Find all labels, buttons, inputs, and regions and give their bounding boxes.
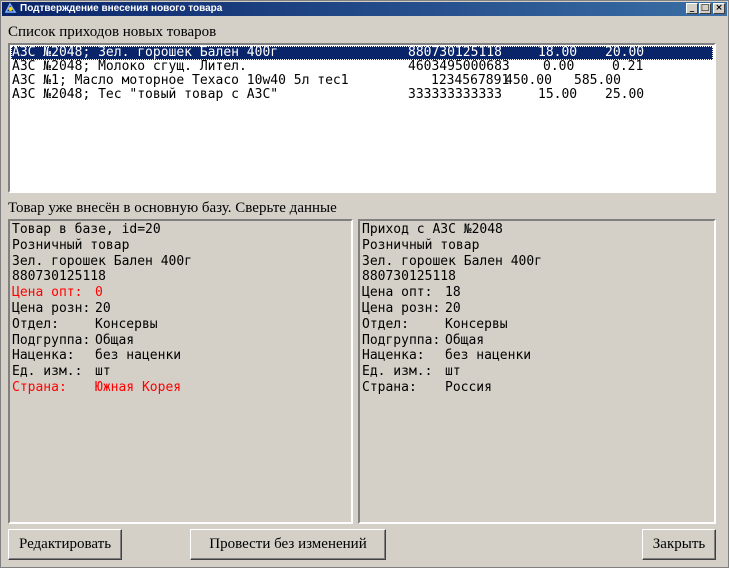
- compare-label: Товар уже внесён в основную базу. Сверьт…: [8, 200, 337, 216]
- panel-field-label: Подгруппа:: [362, 332, 441, 348]
- panel-field-value: Россия: [445, 380, 492, 395]
- panel-field-value: шт: [95, 364, 111, 380]
- apply-without-changes-button[interactable]: Провести без изменений: [190, 529, 386, 560]
- list-item-price-retail: 25.00: [605, 87, 645, 102]
- window-title: Подтверждение внесения нового товара: [20, 3, 223, 14]
- panel-kind: Розничный товар: [12, 237, 130, 253]
- list-item-name: АЗС №2048; Зел. горошек Бален 400г: [12, 45, 279, 60]
- panel-field-label: Цена розн:: [12, 301, 91, 316]
- panel-field-label: Наценка:: [362, 348, 425, 364]
- panel-field-label: Цена опт:: [12, 285, 83, 301]
- panel-field-label: Ед. изм.:: [12, 364, 83, 380]
- list-item-price-retail: 20.00: [605, 45, 645, 60]
- panel-field-row: Цена опт: 18: [362, 285, 692, 301]
- panel-product: Зел. горошек Бален 400г: [12, 253, 193, 269]
- panel-field-value: шт: [445, 364, 461, 380]
- panel-field-row: Наценка: без наценки: [12, 348, 342, 364]
- panel-field-row: Подгруппа: Общая: [362, 333, 692, 349]
- panel-field-value: 0: [95, 285, 103, 301]
- panel-field-value: без наценки: [95, 348, 182, 364]
- panel-product: Зел. горошек Бален 400г: [362, 253, 543, 269]
- panel-field-value: Консервы: [95, 316, 158, 332]
- db-item-panel: Товар в базе, id=20 Розничный товар Зел. г…: [8, 219, 353, 524]
- list-item-price-retail: 585.00: [574, 73, 621, 88]
- panel-field-label: Страна:: [12, 380, 67, 395]
- list-item[interactable]: АЗС №1; Масло моторное Техасо 10w40 5л т…: [11, 74, 711, 88]
- list-item-price-opt: 0.00: [543, 59, 575, 74]
- incoming-item-panel: Приход с АЗС №2048 Розничный товар Зел. го…: [358, 219, 716, 524]
- panel-field-row: Подгруппа: Общая: [12, 333, 342, 349]
- list-item[interactable]: АЗС №2048; Молоко сгущ. Лител. 4603495000…: [11, 60, 711, 74]
- panel-field-value: Южная Корея: [95, 380, 182, 395]
- panel-field-row: Наценка: без наценки: [362, 348, 692, 364]
- panel-code: 880730125118: [362, 269, 456, 285]
- list-item[interactable]: АЗС №2048; Зел. горошек Бален 400г 880730…: [11, 46, 713, 60]
- list-item[interactable]: АЗС №2048; Тес "товый товар с АЗС" 333333…: [11, 88, 711, 102]
- panel-kind: Розничный товар: [362, 237, 480, 253]
- minimize-button[interactable]: _: [686, 3, 698, 14]
- panel-field-row: Цена опт: 0: [12, 285, 342, 301]
- panel-field-label: Страна:: [362, 380, 417, 395]
- list-item-code: 880730125118: [408, 45, 502, 60]
- edit-button[interactable]: Редактировать: [8, 529, 122, 560]
- app-icon: [4, 2, 17, 15]
- panel-field-row: Ед. изм.: шт: [12, 364, 342, 380]
- panel-field-row: Цена розн: 20: [12, 301, 342, 317]
- list-item-price-opt: 450.00: [505, 73, 552, 88]
- dialog-window: Подтверждение внесения нового товара _ □…: [0, 0, 729, 568]
- close-button[interactable]: Закрыть: [642, 529, 716, 560]
- list-item-code: 4603495000683: [408, 59, 510, 74]
- panel-field-value: 20: [445, 301, 461, 316]
- title-bar[interactable]: Подтверждение внесения нового товара _ □…: [2, 2, 727, 16]
- panel-field-value: без наценки: [445, 348, 532, 364]
- panel-field-row: Ед. изм.: шт: [362, 364, 692, 380]
- receipts-listbox[interactable]: АЗС №2048; Зел. горошек Бален 400г 880730…: [8, 43, 716, 193]
- panel-field-label: Отдел:: [362, 316, 409, 332]
- list-label: Список приходов новых товаров: [8, 24, 217, 40]
- panel-field-value: Общая: [445, 332, 485, 348]
- panel-field-row: Страна: Южная Корея: [12, 380, 342, 396]
- list-item-name: АЗС №2048; Молоко сгущ. Лител.: [12, 59, 247, 74]
- panel-field-label: Наценка:: [12, 348, 75, 364]
- list-item-name: АЗС №2048; Тес "товый товар с АЗС": [12, 87, 279, 102]
- list-item-price-opt: 18.00: [538, 45, 578, 60]
- panel-field-value: 18: [445, 285, 461, 301]
- panel-field-row: Отдел: Консервы: [362, 317, 692, 333]
- panel-field-label: Отдел:: [12, 316, 59, 332]
- panel-field-value: Консервы: [445, 316, 508, 332]
- list-item-code: 333333333333: [408, 87, 502, 102]
- panel-field-value: Общая: [95, 332, 135, 348]
- list-item-name: АЗС №1; Масло моторное Техасо 10w40 5л т…: [12, 73, 349, 88]
- panel-code: 880730125118: [12, 269, 106, 285]
- maximize-button[interactable]: □: [699, 3, 711, 14]
- list-item-code: 1234567891: [431, 73, 510, 88]
- list-item-price-retail: 0.21: [612, 59, 644, 74]
- panel-field-value: 20: [95, 301, 111, 316]
- list-item-price-opt: 15.00: [538, 87, 578, 102]
- panel-header: Товар в базе, id=20: [12, 222, 161, 237]
- panel-field-row: Отдел: Консервы: [12, 317, 342, 333]
- panel-field-label: Ед. изм.:: [362, 364, 433, 380]
- panel-field-label: Цена опт:: [362, 285, 433, 301]
- close-window-button[interactable]: ×: [713, 3, 725, 14]
- panel-field-row: Страна: Россия: [362, 380, 692, 396]
- panel-header: Приход с АЗС №2048: [362, 222, 503, 237]
- panel-field-label: Подгруппа:: [12, 332, 91, 348]
- panel-field-label: Цена розн:: [362, 301, 441, 316]
- panel-field-row: Цена розн: 20: [362, 301, 692, 317]
